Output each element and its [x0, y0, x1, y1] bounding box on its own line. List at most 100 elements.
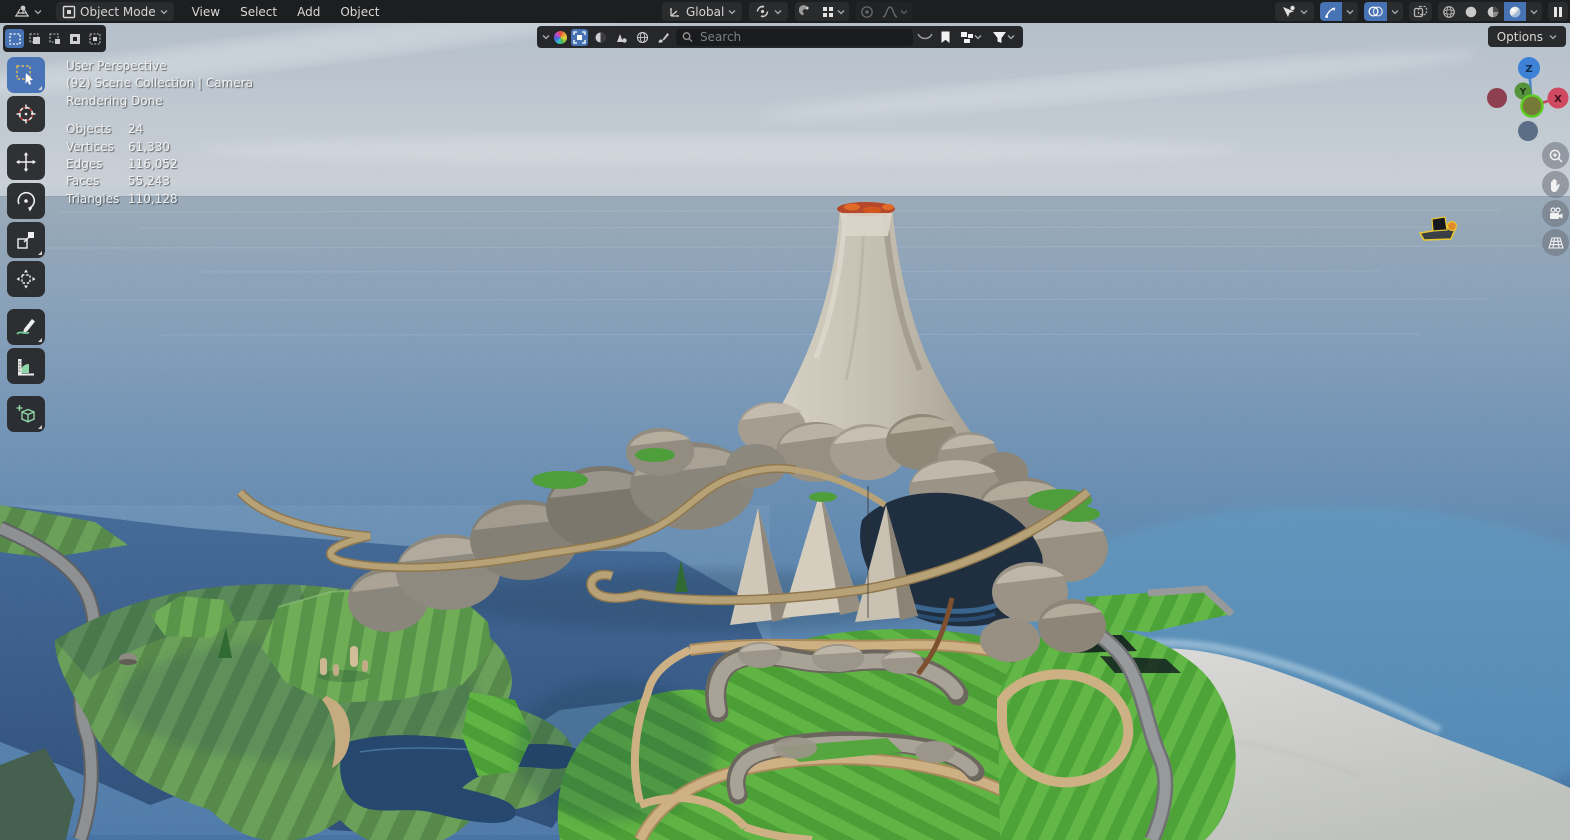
shading-solid-button[interactable]	[1460, 2, 1482, 21]
editor-edge-button[interactable]	[1548, 2, 1568, 21]
tool-measure[interactable]	[7, 348, 45, 384]
filter-objects-toggle[interactable]	[571, 28, 588, 46]
select-mode-subtract[interactable]	[45, 29, 64, 48]
mode-dropdown[interactable]: Object Mode	[56, 2, 174, 21]
editor-type-button[interactable]	[8, 2, 48, 21]
filter-worlds-toggle[interactable]	[634, 29, 651, 46]
object-mode-icon	[62, 5, 76, 18]
chevron-down-icon	[1007, 35, 1014, 40]
collapse-chevron-icon[interactable]	[542, 34, 550, 40]
tool-select-box[interactable]	[7, 57, 45, 93]
gizmo-z-negative[interactable]	[1518, 121, 1538, 141]
xray-toggle[interactable]	[1409, 2, 1432, 21]
chevron-down-icon	[1530, 9, 1538, 14]
search-input[interactable]	[697, 29, 907, 45]
tool-annotate[interactable]	[7, 309, 45, 345]
stat-edges: Edges 116,052	[66, 157, 178, 172]
gizmo-x-negative[interactable]	[1487, 88, 1507, 108]
pivot-icon	[757, 5, 769, 18]
filter-brushes-toggle[interactable]	[655, 29, 672, 46]
gizmos-group	[1320, 2, 1358, 21]
pan-hand-button[interactable]	[1542, 171, 1569, 198]
viewport-overlay-info: User Perspective (92) Scene Collection |…	[66, 58, 253, 208]
overlays-group	[1364, 2, 1403, 21]
tool-cursor[interactable]	[7, 96, 45, 132]
camera-view-button[interactable]	[1542, 200, 1569, 227]
stat-vertices: Vertices 61,330	[66, 139, 170, 154]
toggle-ortho-button[interactable]	[1542, 229, 1569, 256]
overlays-dropdown[interactable]	[1387, 2, 1403, 21]
snap-with-dropdown[interactable]	[817, 2, 849, 21]
select-mode-extend[interactable]	[25, 29, 44, 48]
proportional-edit-toggle[interactable]	[856, 2, 878, 21]
orientation-axes-icon	[670, 8, 679, 17]
shading-wireframe-button[interactable]	[1438, 2, 1460, 21]
wide-chevron-icon[interactable]	[917, 33, 933, 41]
view-name: User Perspective	[66, 59, 167, 73]
shading-material-button[interactable]	[1482, 2, 1504, 21]
falloff-curve-icon	[883, 5, 898, 18]
chevron-down-icon	[160, 9, 168, 14]
gizmo-dropdown[interactable]	[1342, 2, 1358, 21]
bookmark-toggle[interactable]	[937, 29, 954, 46]
select-mode-set[interactable]	[5, 29, 24, 48]
menu-object[interactable]: Object	[330, 2, 389, 21]
tool-transform[interactable]	[7, 261, 45, 297]
chevron-down-icon	[1549, 34, 1557, 39]
search-icon	[682, 32, 693, 43]
tool-rotate[interactable]	[7, 183, 45, 219]
select-mode-invert[interactable]	[65, 29, 84, 48]
visibility-icon	[1283, 5, 1295, 17]
proportional-circle-icon	[861, 5, 874, 18]
transform-orientation-dropdown[interactable]: Global	[662, 2, 743, 21]
pause-bars-icon	[1554, 6, 1562, 17]
xray-icon	[1413, 5, 1428, 17]
catalog-color-icon[interactable]	[554, 30, 567, 44]
chevron-down-icon	[34, 9, 42, 14]
chevron-down-icon	[1300, 9, 1308, 14]
menu-select[interactable]: Select	[230, 2, 287, 21]
filter-materials-toggle[interactable]	[592, 29, 609, 46]
menu-view[interactable]: View	[182, 2, 230, 21]
object-visibility-dropdown[interactable]	[1275, 2, 1314, 21]
filter-meshes-toggle[interactable]	[613, 29, 630, 46]
gizmo-z-label: Z	[1525, 64, 1532, 75]
show-overlays-toggle[interactable]	[1364, 2, 1387, 21]
navigation-gizmo[interactable]: Y Z X	[1482, 52, 1570, 152]
pivot-point-dropdown[interactable]	[749, 2, 789, 21]
gizmo-y-negative[interactable]	[1520, 94, 1544, 118]
blender-window: Object Mode View Select Add Object Globa…	[0, 0, 1570, 840]
snap-toggle[interactable]	[795, 2, 817, 21]
tool-add-cube[interactable]	[7, 396, 45, 432]
gizmo-y-label: Y	[1519, 88, 1527, 98]
tool-move[interactable]	[7, 144, 45, 180]
render-status: Rendering Done	[66, 93, 163, 108]
gizmo-x-label: X	[1554, 94, 1562, 105]
overlays-icon	[1368, 6, 1383, 17]
magnet-icon	[799, 4, 810, 16]
funnel-icon	[992, 31, 1006, 43]
snapping-group	[795, 2, 850, 21]
shading-dropdown[interactable]	[1526, 2, 1542, 21]
scene-statistics: Objects 24 Vertices 61,330 Edges 116,052 Fa…	[66, 121, 253, 208]
show-gizmo-toggle[interactable]	[1320, 2, 1342, 21]
asset-shelf-header	[537, 26, 1023, 48]
display-mode-dropdown[interactable]	[958, 29, 984, 46]
chevron-down-icon	[837, 9, 845, 14]
menu-add[interactable]: Add	[287, 2, 330, 21]
filter-dropdown[interactable]	[988, 29, 1018, 46]
viewport-header: Object Mode View Select Add Object Globa…	[0, 0, 1570, 23]
select-mode-intersect[interactable]	[85, 29, 104, 48]
zoom-button[interactable]	[1542, 142, 1569, 169]
chevron-down-icon	[900, 9, 908, 14]
search-field[interactable]	[676, 28, 913, 46]
stat-triangles: Triangles 110,128	[66, 191, 178, 206]
orientation-label: Global	[686, 4, 725, 19]
options-label: Options	[1496, 29, 1543, 44]
shading-rendered-button[interactable]	[1504, 2, 1526, 21]
tool-scale[interactable]	[7, 222, 45, 258]
proportional-falloff-dropdown[interactable]	[878, 2, 912, 21]
options-dropdown[interactable]: Options	[1487, 26, 1566, 47]
rendered-sphere-icon	[1509, 6, 1521, 17]
mode-label: Object Mode	[80, 4, 156, 19]
